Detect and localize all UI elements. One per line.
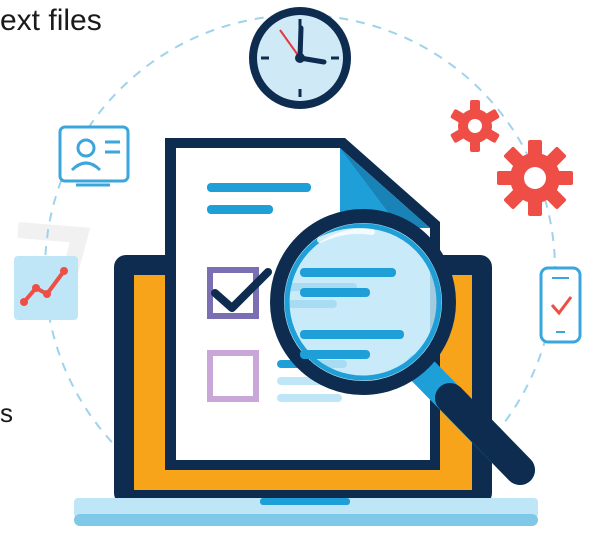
gears-icon — [450, 100, 573, 216]
illustration — [14, 7, 582, 526]
smartphone-check-icon — [539, 266, 582, 344]
wall-clock-icon — [249, 7, 351, 109]
line-chart-icon — [14, 256, 78, 320]
id-card-icon — [58, 125, 130, 187]
